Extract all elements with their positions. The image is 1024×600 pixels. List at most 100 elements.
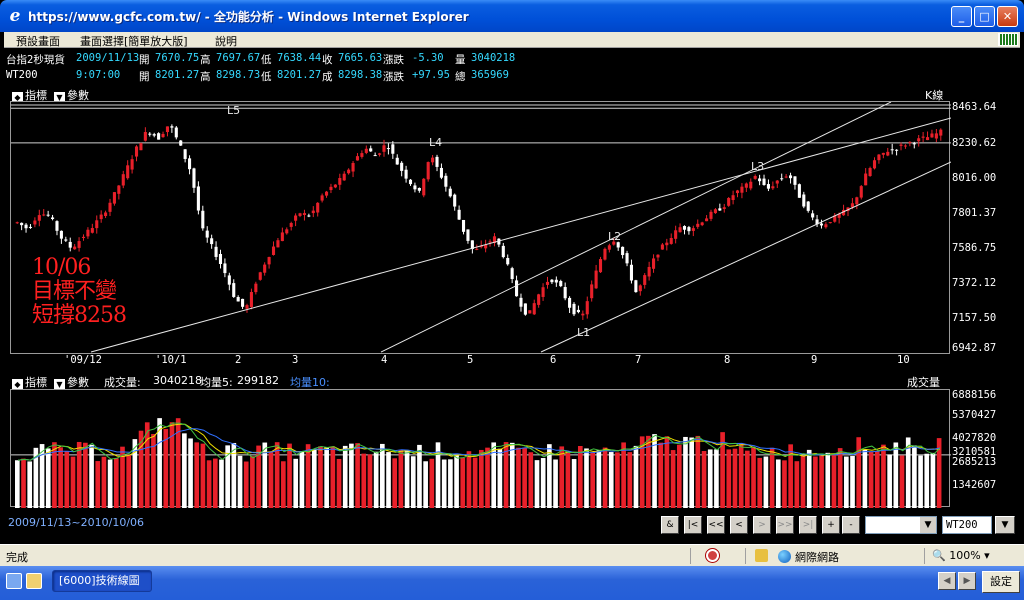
- close-button[interactable]: ✕: [997, 6, 1018, 27]
- volume-bar: [454, 455, 459, 508]
- volume-bar: [918, 455, 923, 508]
- candle-body: [934, 133, 938, 139]
- volume-chart[interactable]: [10, 389, 951, 508]
- volume-bar: [182, 433, 187, 508]
- volume-bar: [689, 437, 694, 508]
- candle-body: [515, 280, 519, 297]
- volume-bar: [844, 456, 849, 508]
- volume-bar: [212, 458, 218, 508]
- maximize-button[interactable]: □: [974, 6, 995, 27]
- taskbar-app-button[interactable]: [6000]技術線圖: [52, 570, 152, 592]
- zoom-in-button[interactable]: +: [822, 516, 840, 534]
- param-control[interactable]: ▼ 參數: [54, 374, 89, 390]
- volume-bar: [349, 443, 354, 508]
- status-divider: [924, 548, 925, 564]
- volume-bar: [89, 444, 94, 508]
- symbol-dropdown-button[interactable]: ▼: [995, 516, 1015, 534]
- candle-body: [311, 210, 315, 214]
- candle-body: [333, 184, 337, 188]
- candle-body: [621, 246, 625, 256]
- first-button[interactable]: |<: [684, 516, 702, 534]
- candle-body: [554, 279, 558, 283]
- candle-body: [134, 146, 139, 157]
- volume-bar: [850, 455, 855, 508]
- zoom-out-button[interactable]: -: [842, 516, 860, 534]
- volume-bar: [237, 455, 243, 508]
- volume-bar: [70, 456, 76, 508]
- quote-low: 8201.27: [277, 69, 322, 81]
- candle-body: [696, 223, 700, 227]
- quote-label-open: 開: [139, 54, 150, 66]
- status-text: 完成: [6, 551, 28, 564]
- indicator-control[interactable]: ◆ 指標: [12, 374, 47, 390]
- zoom-control[interactable]: 🔍 100% ▾: [932, 549, 990, 562]
- candle-body: [638, 285, 642, 292]
- volume-bar: [837, 448, 843, 508]
- menu-view-select[interactable]: 畫面選擇[簡單放大版]: [80, 33, 188, 49]
- candle-body: [395, 157, 399, 165]
- trendline-l3-upper: [380, 102, 892, 353]
- volume-bar: [819, 455, 824, 508]
- candle-body: [925, 137, 930, 141]
- volume-bar: [608, 452, 614, 508]
- taskbar-next-button[interactable]: ▶: [958, 572, 976, 590]
- candle-body: [537, 294, 541, 305]
- candle-body: [713, 209, 717, 214]
- menu-default-view[interactable]: 預設畫面: [16, 33, 60, 49]
- volume-bar: [509, 442, 515, 508]
- folder-icon[interactable]: [26, 573, 42, 589]
- candle-body: [585, 301, 589, 315]
- period-select[interactable]: ▼: [865, 516, 937, 534]
- volume-bar: [336, 458, 342, 508]
- candle-body: [386, 148, 390, 150]
- volume-bar: [361, 453, 367, 508]
- candle-body: [223, 263, 227, 274]
- indicator-label: 指標: [25, 376, 47, 389]
- candle-body: [448, 188, 452, 197]
- popup-blocker-icon[interactable]: [706, 549, 723, 563]
- volume-bar: [553, 459, 558, 508]
- candle-body: [108, 202, 112, 212]
- candle-body: [523, 303, 527, 315]
- window-icon[interactable]: [6, 573, 22, 589]
- quote-open: 8201.27: [155, 69, 200, 81]
- trendline-label: L5: [227, 104, 240, 117]
- volume-bar: [299, 451, 305, 508]
- grid-layout-icon[interactable]: [998, 33, 1018, 46]
- quote-date: 2009/11/13: [76, 52, 140, 64]
- fast-forward-button[interactable]: >>: [776, 516, 794, 534]
- candle-body: [700, 222, 704, 226]
- volume-bar: [559, 446, 565, 508]
- candle-body: [143, 132, 147, 141]
- settings-button[interactable]: 設定: [982, 571, 1020, 593]
- candle-body: [749, 181, 753, 189]
- candle-body: [691, 228, 695, 231]
- volume-bar: [782, 460, 787, 508]
- back-button[interactable]: <: [730, 516, 748, 534]
- minimize-button[interactable]: _: [951, 6, 972, 27]
- link-button[interactable]: &: [661, 516, 679, 534]
- quote-open: 7670.75: [155, 52, 200, 64]
- candle-body: [917, 138, 921, 142]
- candle-body: [417, 187, 421, 191]
- candle-body: [475, 248, 479, 250]
- volume-bar: [763, 456, 769, 508]
- forward-button[interactable]: >: [753, 516, 771, 534]
- fast-back-button[interactable]: <<: [707, 516, 725, 534]
- menu-help[interactable]: 說明: [215, 33, 237, 49]
- internet-zone[interactable]: 網際網路: [778, 549, 839, 565]
- quote-label-close: 收: [322, 54, 333, 66]
- symbol-input[interactable]: WT200: [942, 516, 992, 534]
- volume-bar: [448, 459, 453, 508]
- price-chart[interactable]: L5 L4 L3 L2 L1: [10, 101, 951, 354]
- candle-body: [519, 297, 523, 307]
- candle-body: [205, 230, 209, 238]
- security-icon[interactable]: [755, 549, 772, 563]
- chevron-down-icon: ▼: [920, 517, 936, 533]
- candle-body: [90, 228, 94, 233]
- last-button[interactable]: >|: [799, 516, 817, 534]
- taskbar-prev-button[interactable]: ◀: [938, 572, 956, 590]
- candle-body: [572, 303, 576, 315]
- trendline-l4: [90, 117, 951, 353]
- quote-label-open: 開: [139, 71, 150, 83]
